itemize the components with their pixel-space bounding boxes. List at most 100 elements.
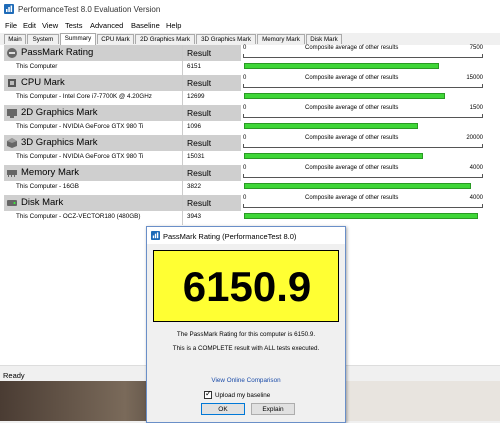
scale-max: 20000 — [466, 135, 483, 141]
result-value: 3822 — [187, 183, 202, 190]
tab-cpu-mark[interactable]: CPU Mark — [97, 34, 134, 44]
score-scale: 0 Composite average of other results 150… — [243, 75, 483, 88]
complete-message: This is a COMPLETE result with ALL tests… — [172, 345, 320, 352]
scale-caption: Composite average of other results — [305, 165, 399, 171]
score-bar — [244, 123, 418, 129]
checkmark-icon: ✓ — [205, 389, 212, 398]
score-bar — [244, 153, 423, 159]
memory-mark-icon — [6, 167, 18, 179]
scale-caption: Composite average of other results — [305, 75, 399, 81]
scale-caption: Composite average of other results — [305, 105, 399, 111]
scale-min: 0 — [243, 45, 247, 51]
result-header: Result — [187, 108, 212, 118]
scale-max: 1500 — [469, 105, 483, 111]
score-display: 6150.9 — [153, 250, 339, 322]
section-header-disk-mark: Disk Mark Result — [4, 195, 241, 211]
scale-caption: Composite average of other results — [305, 45, 399, 51]
scale-max: 4000 — [469, 195, 483, 201]
dialog-app-icon — [151, 231, 160, 240]
scale-min: 0 — [243, 75, 247, 81]
tab-memory-mark[interactable]: Memory Mark — [257, 34, 305, 44]
section-header-2d-graphics-mark: 2D Graphics Mark Result — [4, 105, 241, 121]
passmark-rating-icon — [6, 47, 18, 59]
rating-message: The PassMark Rating for this computer is… — [176, 331, 316, 338]
3d-graphics-icon — [6, 137, 18, 149]
row-label: This Computer — [16, 63, 58, 70]
scale-axis — [243, 84, 483, 88]
row-label: This Computer - NVIDIA GeForce GTX 980 T… — [16, 153, 144, 160]
score-bar — [244, 93, 445, 99]
scale-axis — [243, 54, 483, 58]
result-value: 15031 — [187, 153, 205, 160]
menu-advanced[interactable]: Advanced — [90, 21, 123, 30]
desktop-background-right — [345, 381, 500, 421]
tab-disk-mark[interactable]: Disk Mark — [306, 34, 342, 44]
score-scale: 0 Composite average of other results 400… — [243, 165, 483, 178]
section-header-memory-mark: Memory Mark Result — [4, 165, 241, 181]
menu-file[interactable]: File — [5, 21, 17, 30]
view-online-comparison-link[interactable]: View Online Comparison — [147, 377, 345, 384]
menu-edit[interactable]: Edit — [23, 21, 36, 30]
section-header-cpu-mark: CPU Mark Result — [4, 75, 241, 91]
score-scale: 0 Composite average of other results 750… — [243, 45, 483, 58]
column-divider — [182, 45, 183, 225]
cpu-mark-icon — [6, 77, 18, 89]
menu-view[interactable]: View — [42, 21, 58, 30]
menu-baseline[interactable]: Baseline — [131, 21, 160, 30]
scale-caption: Composite average of other results — [305, 135, 399, 141]
upload-baseline-label[interactable]: Upload my baseline — [215, 392, 270, 399]
scale-axis — [243, 114, 483, 118]
scale-max: 4000 — [469, 165, 483, 171]
dialog-title: PassMark Rating (PerformanceTest 8.0) — [163, 232, 297, 241]
section-title: Disk Mark — [21, 197, 64, 208]
scale-min: 0 — [243, 195, 247, 201]
row-label: This Computer - Intel Core i7-7700K @ 4.… — [16, 93, 152, 100]
score-scale: 0 Composite average of other results 400… — [243, 195, 483, 208]
menu-help[interactable]: Help — [166, 21, 181, 30]
menu-tests[interactable]: Tests — [65, 21, 83, 30]
tab-2d-graphics-mark[interactable]: 2D Graphics Mark — [135, 34, 195, 44]
result-header: Result — [187, 168, 212, 178]
menu-bar: File Edit View Tests Advanced Baseline H… — [0, 19, 500, 33]
disk-mark-icon — [6, 197, 18, 209]
2d-graphics-icon — [6, 107, 18, 119]
score-scale: 0 Composite average of other results 150… — [243, 105, 483, 118]
row-label: This Computer - NVIDIA GeForce GTX 980 T… — [16, 123, 144, 130]
score-bar — [244, 213, 478, 219]
result-value: 1096 — [187, 123, 202, 130]
scale-axis — [243, 174, 483, 178]
scale-min: 0 — [243, 165, 247, 171]
row-label: This Computer - 16GB — [16, 183, 79, 190]
status-text: Ready — [3, 371, 25, 380]
section-title: PassMark Rating — [21, 47, 94, 58]
dialog-title-bar[interactable]: PassMark Rating (PerformanceTest 8.0) — [147, 227, 345, 244]
tab-summary[interactable]: Summary — [60, 33, 96, 45]
score-bar — [244, 63, 439, 69]
scale-caption: Composite average of other results — [305, 195, 399, 201]
tab-3d-graphics-mark[interactable]: 3D Graphics Mark — [196, 34, 256, 44]
result-header: Result — [187, 198, 212, 208]
tab-system[interactable]: System — [27, 34, 59, 44]
result-value: 3943 — [187, 213, 202, 220]
section-title: CPU Mark — [21, 77, 65, 88]
result-header: Result — [187, 48, 212, 58]
app-icon — [4, 4, 14, 14]
scale-min: 0 — [243, 135, 247, 141]
section-title: Memory Mark — [21, 167, 80, 178]
ok-button[interactable]: OK — [201, 403, 245, 415]
score-bar — [244, 183, 471, 189]
scale-max: 15000 — [466, 75, 483, 81]
row-label: This Computer - OCZ-VECTOR180 (480GB) — [16, 213, 141, 220]
tab-main[interactable]: Main — [4, 34, 26, 44]
score-scale: 0 Composite average of other results 200… — [243, 135, 483, 148]
explain-button[interactable]: Explain — [251, 403, 295, 415]
result-value: 12699 — [187, 93, 205, 100]
scale-axis — [243, 144, 483, 148]
passmark-rating-dialog: PassMark Rating (PerformanceTest 8.0) 61… — [146, 226, 346, 423]
section-header-3d-graphics-mark: 3D Graphics Mark Result — [4, 135, 241, 151]
result-header: Result — [187, 78, 212, 88]
upload-baseline-checkbox[interactable]: ✓ — [204, 389, 212, 399]
window-title: PerformanceTest 8.0 Evaluation Version — [18, 5, 161, 14]
score-value: 6150.9 — [182, 263, 312, 310]
scale-max: 7500 — [469, 45, 483, 51]
